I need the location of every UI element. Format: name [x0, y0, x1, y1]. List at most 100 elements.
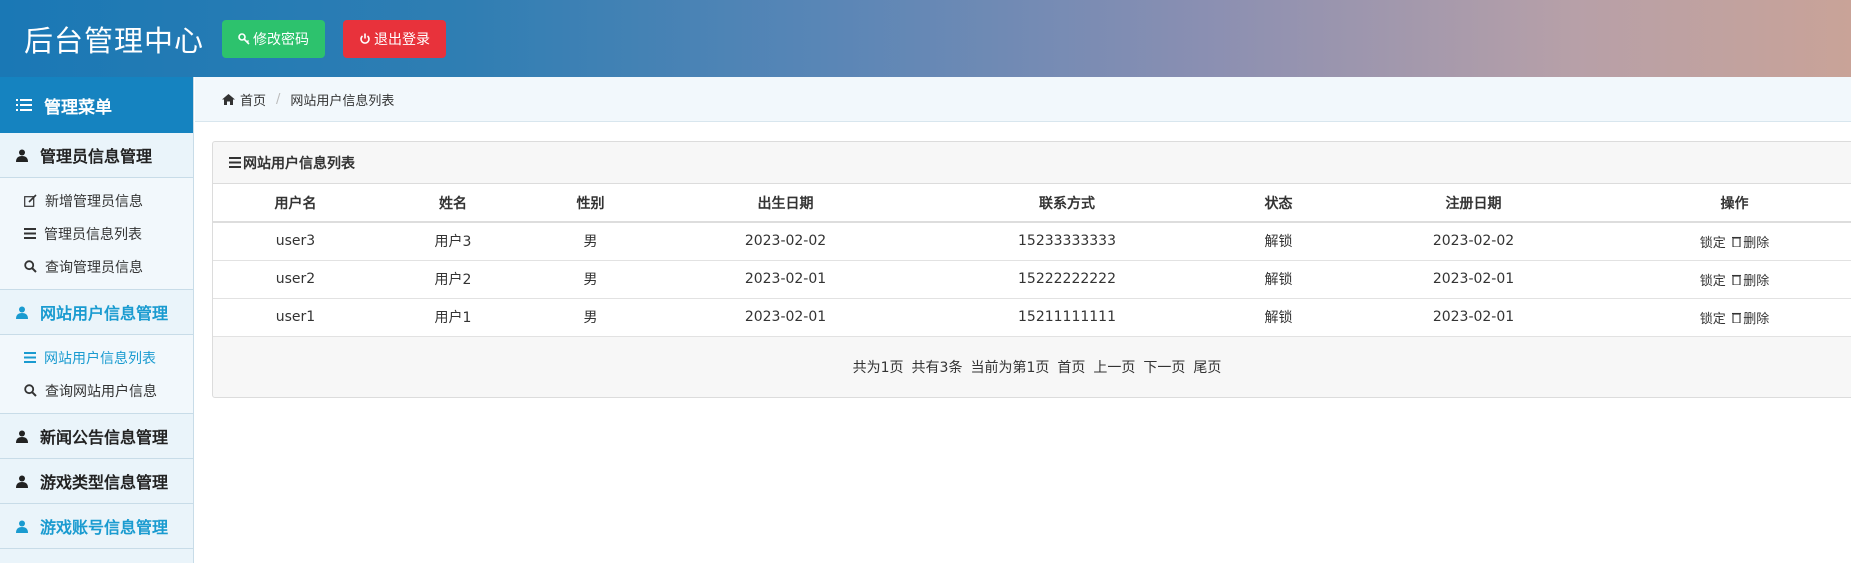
pager-total-pages: 共为1页 — [852, 359, 904, 376]
cell-birth: 2023-02-01 — [653, 298, 918, 337]
lock-link[interactable]: 锁定 — [1700, 312, 1726, 327]
pager-prev-link[interactable]: 上一页 — [1093, 357, 1135, 377]
sidebar-item-search-admin[interactable]: 查询管理员信息 — [0, 250, 193, 283]
cell-status: 解锁 — [1216, 298, 1341, 337]
search-icon — [24, 260, 37, 273]
delete-link[interactable]: 删除 — [1743, 274, 1769, 289]
user-list-panel: 网站用户信息列表 用户名 姓名 性别 出生日期 联系方式 状态 注册日期 操作 … — [212, 141, 1851, 398]
logout-button[interactable]: 退出登录 — [343, 19, 447, 58]
cell-username: user1 — [213, 298, 378, 337]
user-icon — [16, 306, 28, 319]
column-header: 联系方式 — [918, 184, 1216, 223]
edit-icon — [24, 194, 37, 207]
pagination: 共为1页 共有3条 当前为第1页 首页 上一页 下一页 尾页 — [213, 337, 1851, 397]
user-table: 用户名 姓名 性别 出生日期 联系方式 状态 注册日期 操作 user3 用户3… — [213, 184, 1851, 337]
breadcrumb-current: 网站用户信息列表 — [290, 93, 395, 109]
column-header: 状态 — [1216, 184, 1341, 223]
search-icon — [24, 384, 37, 397]
sidebar-submenu-admin: 新增管理员信息 管理员信息列表 查询管理员信息 — [0, 178, 193, 290]
cell-reg-date: 2023-02-01 — [1341, 298, 1606, 337]
sidebar-group-label: 新闻公告信息管理 — [40, 428, 169, 447]
cell-birth: 2023-02-01 — [653, 260, 918, 299]
table-row: user3 用户3 男 2023-02-02 15233333333 解锁 20… — [213, 222, 1851, 261]
pager-first-link[interactable]: 首页 — [1057, 357, 1085, 377]
sidebar-group-news[interactable]: 新闻公告信息管理 — [0, 414, 193, 459]
column-header: 操作 — [1606, 184, 1851, 223]
sidebar-item-label: 查询管理员信息 — [45, 259, 143, 276]
cell-name: 用户2 — [378, 260, 528, 299]
menu-title: 管理菜单 — [44, 97, 112, 118]
cell-birth: 2023-02-02 — [653, 222, 918, 261]
breadcrumb: 首页 / 网站用户信息列表 — [195, 77, 1851, 122]
home-icon — [222, 93, 235, 105]
sidebar-group-game-type[interactable]: 游戏类型信息管理 — [0, 459, 193, 504]
pager-next-link[interactable]: 下一页 — [1143, 357, 1185, 377]
cell-reg-date: 2023-02-02 — [1341, 222, 1606, 261]
cell-name: 用户1 — [378, 298, 528, 337]
cell-username: user2 — [213, 260, 378, 299]
sidebar-group-label: 网站用户信息管理 — [40, 304, 169, 323]
user-icon — [16, 430, 28, 443]
change-password-button[interactable]: 修改密码 — [222, 19, 326, 58]
list-icon — [229, 157, 241, 168]
cell-reg-date: 2023-02-01 — [1341, 260, 1606, 299]
trash-icon — [1732, 312, 1742, 324]
list-icon — [24, 352, 36, 363]
breadcrumb-home[interactable]: 首页 — [240, 90, 266, 109]
top-header: 后台管理中心 修改密码 退出登录 — [0, 0, 1851, 77]
table-row: user2 用户2 男 2023-02-01 15222222222 解锁 20… — [213, 260, 1851, 299]
sidebar: 管理菜单 管理员信息管理 新增管理员信息 管理员信息列表 查询管理员信息 网站用… — [0, 77, 194, 563]
panel-title: 网站用户信息列表 — [243, 155, 355, 172]
trash-icon — [1732, 274, 1742, 286]
lock-link[interactable]: 锁定 — [1700, 236, 1726, 251]
menu-header: 管理菜单 — [0, 77, 193, 133]
table-row: user1 用户1 男 2023-02-01 15211111111 解锁 20… — [213, 298, 1851, 337]
sidebar-group-game-account[interactable]: 游戏账号信息管理 — [0, 504, 193, 549]
pager-last-link[interactable]: 尾页 — [1193, 357, 1221, 377]
logout-label: 退出登录 — [374, 30, 431, 47]
user-icon — [16, 520, 28, 533]
cell-phone: 15233333333 — [918, 222, 1216, 261]
column-header: 注册日期 — [1341, 184, 1606, 223]
pager-current: 当前为第1页 — [970, 359, 1050, 376]
trash-icon — [1732, 236, 1742, 248]
sidebar-item-label: 网站用户信息列表 — [44, 350, 156, 367]
user-icon — [16, 475, 28, 488]
delete-link[interactable]: 删除 — [1743, 312, 1769, 327]
cell-actions: 锁定 删除 — [1606, 260, 1851, 299]
sidebar-group-site-users[interactable]: 网站用户信息管理 — [0, 290, 193, 335]
lock-link[interactable]: 锁定 — [1700, 274, 1726, 289]
cell-phone: 15222222222 — [918, 260, 1216, 299]
sidebar-item-admin-list[interactable]: 管理员信息列表 — [0, 217, 193, 250]
sidebar-group-label: 游戏类型信息管理 — [40, 473, 169, 492]
sidebar-item-label: 管理员信息列表 — [44, 226, 142, 243]
delete-link[interactable]: 删除 — [1743, 236, 1769, 251]
power-icon — [360, 33, 370, 44]
sidebar-item-label: 查询网站用户信息 — [45, 383, 157, 400]
sidebar-group-admin[interactable]: 管理员信息管理 — [0, 133, 193, 178]
list-icon — [24, 228, 36, 239]
cell-actions: 锁定 删除 — [1606, 298, 1851, 337]
cell-username: user3 — [213, 222, 378, 261]
column-header: 出生日期 — [653, 184, 918, 223]
cell-phone: 15211111111 — [918, 298, 1216, 337]
sidebar-item-label: 新增管理员信息 — [45, 193, 143, 210]
cell-actions: 锁定 删除 — [1606, 222, 1851, 261]
app-title: 后台管理中心 — [24, 23, 205, 58]
sidebar-item-add-admin[interactable]: 新增管理员信息 — [0, 184, 193, 217]
user-icon — [16, 149, 28, 162]
menu-icon — [16, 99, 32, 111]
column-header: 姓名 — [378, 184, 528, 223]
cell-name: 用户3 — [378, 222, 528, 261]
column-header: 用户名 — [213, 184, 378, 223]
cell-gender: 男 — [528, 298, 653, 337]
table-header-row: 用户名 姓名 性别 出生日期 联系方式 状态 注册日期 操作 — [213, 184, 1851, 223]
sidebar-group-label: 管理员信息管理 — [40, 147, 153, 166]
change-password-label: 修改密码 — [253, 30, 310, 47]
sidebar-item-site-user-list[interactable]: 网站用户信息列表 — [0, 341, 193, 374]
sidebar-group-label: 游戏账号信息管理 — [40, 518, 169, 537]
key-icon — [238, 32, 250, 45]
sidebar-submenu-site-users: 网站用户信息列表 查询网站用户信息 — [0, 335, 193, 414]
sidebar-item-search-site-user[interactable]: 查询网站用户信息 — [0, 374, 193, 407]
cell-status: 解锁 — [1216, 260, 1341, 299]
